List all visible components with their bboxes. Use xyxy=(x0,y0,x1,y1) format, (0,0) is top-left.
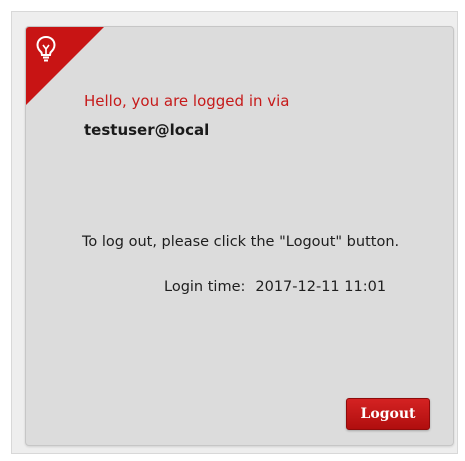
logout-instruction: To log out, please click the "Logout" bu… xyxy=(82,234,400,250)
login-status-card: Hello, you are logged in via testuser@lo… xyxy=(25,26,454,446)
logged-in-greeting: Hello, you are logged in via xyxy=(84,92,290,110)
login-time-value: 2017-12-11 11:01 xyxy=(255,279,387,295)
login-time-row: Login time: 2017-12-11 11:01 xyxy=(164,279,386,295)
logout-button[interactable]: Logout xyxy=(346,398,430,430)
login-time-label: Login time: xyxy=(164,279,246,295)
user-identity: testuser@local xyxy=(84,121,210,139)
lightbulb-icon xyxy=(36,35,56,62)
